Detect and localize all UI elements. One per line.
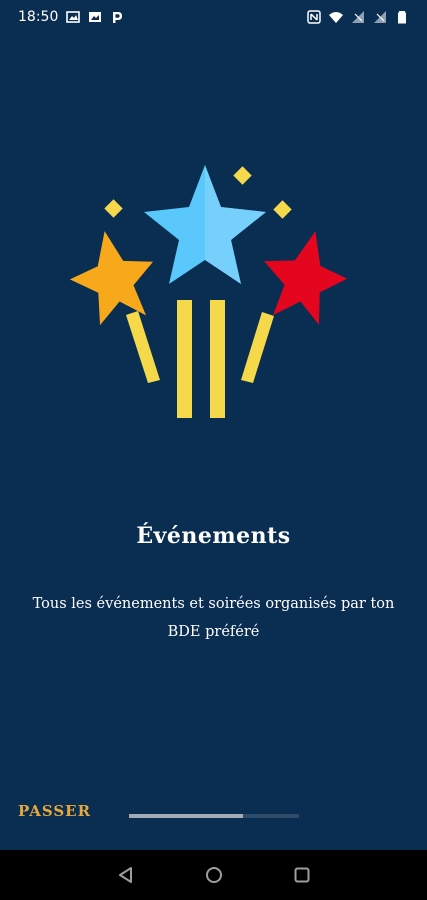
status-bar: 18:50 xyxy=(0,0,427,34)
star-blue-highlight xyxy=(204,165,266,284)
wifi-icon xyxy=(329,10,343,24)
star-red xyxy=(263,231,347,325)
parking-app-icon xyxy=(110,10,124,24)
page-description: Tous les événements et soirées organisés… xyxy=(32,596,395,640)
stars-fireworks-icon xyxy=(69,165,347,418)
beam-left-center xyxy=(176,300,192,418)
status-left: 18:50 xyxy=(18,9,124,25)
sparkle-left-icon xyxy=(103,199,123,218)
battery-icon xyxy=(395,10,409,24)
navigation-bar xyxy=(0,850,427,900)
progress-fill xyxy=(129,814,243,818)
beam-right-center xyxy=(209,300,225,418)
beam-outer-right xyxy=(240,312,274,383)
image-icon xyxy=(88,10,102,24)
nfc-icon xyxy=(307,10,321,24)
home-icon[interactable] xyxy=(202,863,226,887)
beam-outer-left xyxy=(125,311,160,383)
signal-icon xyxy=(351,10,365,24)
skip-button[interactable]: PASSER xyxy=(18,802,91,820)
status-right xyxy=(307,10,409,24)
sparkle-top-icon xyxy=(232,166,252,185)
sparkle-right-icon xyxy=(272,200,292,219)
page-title: Événements xyxy=(136,523,291,549)
recents-icon[interactable] xyxy=(290,863,314,887)
onboarding-progress xyxy=(129,814,299,818)
gallery-icon xyxy=(66,10,81,24)
star-orange xyxy=(69,231,153,326)
back-icon[interactable] xyxy=(114,863,138,887)
fireworks-illustration xyxy=(0,150,427,430)
status-time: 18:50 xyxy=(18,9,59,25)
signal-icon xyxy=(373,10,387,24)
